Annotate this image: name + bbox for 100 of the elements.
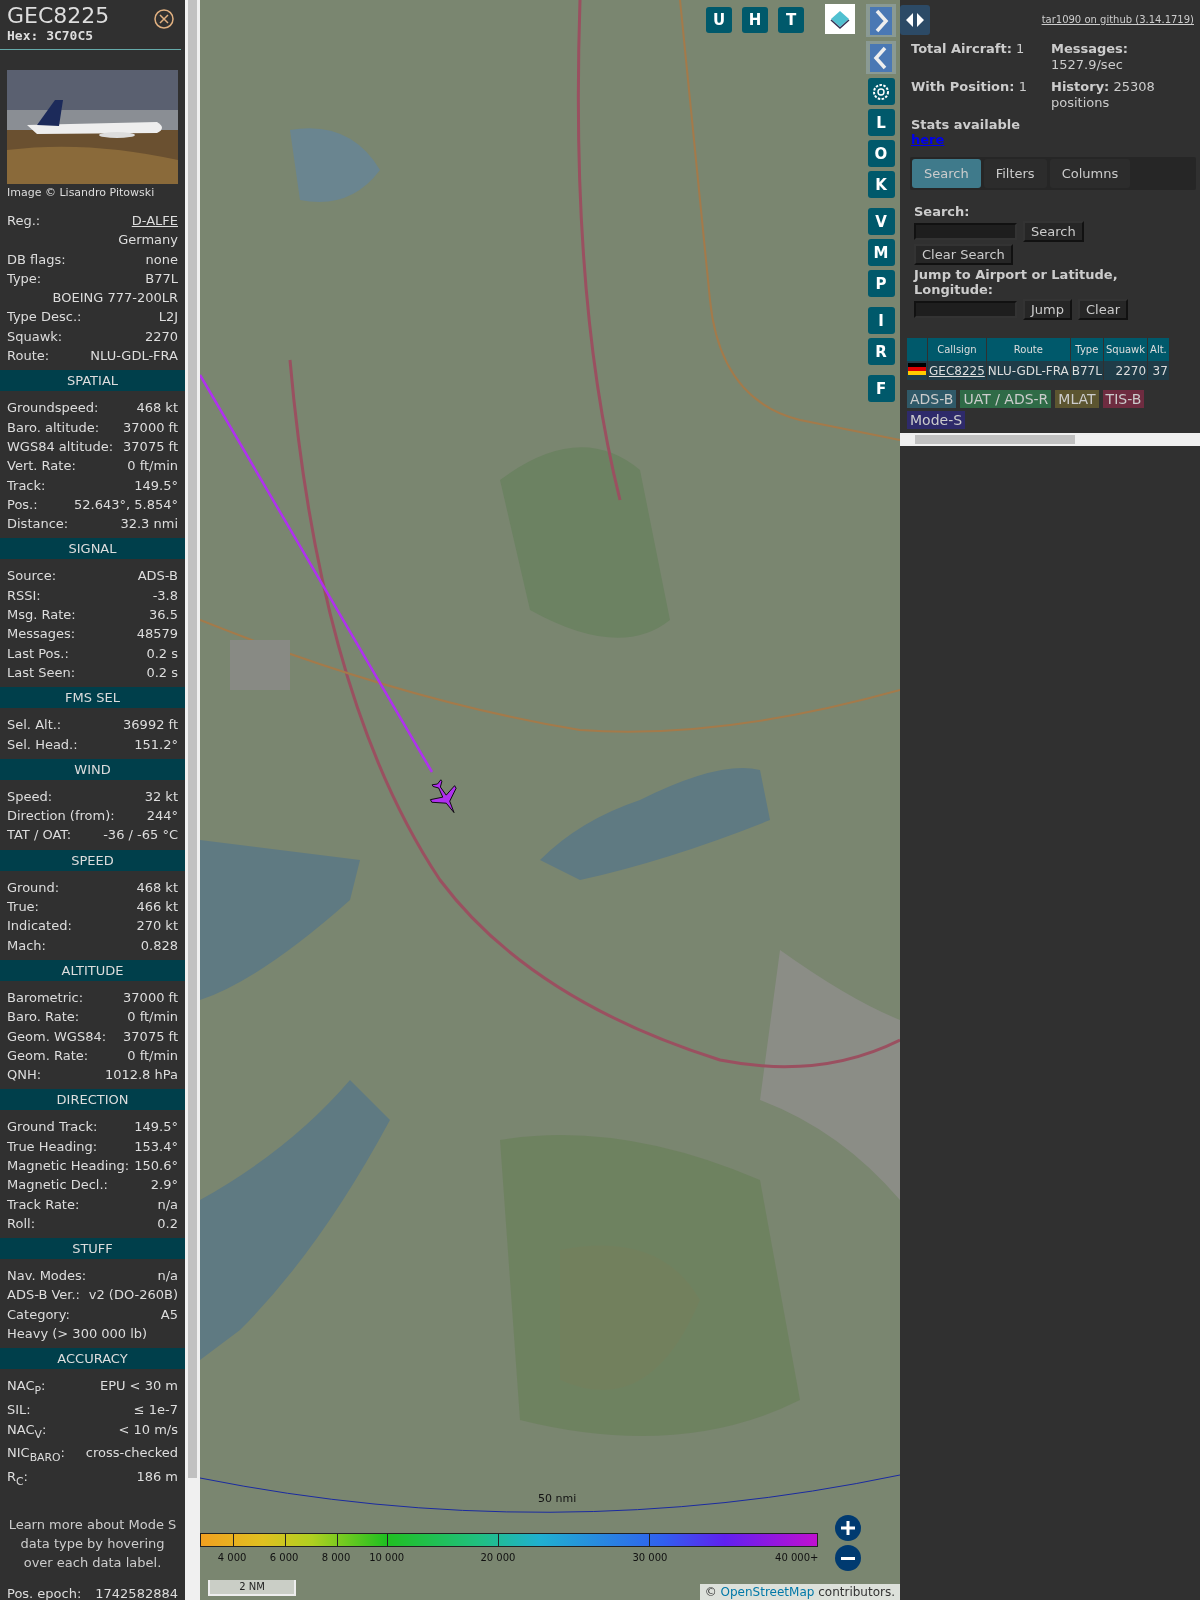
table-header[interactable]: Squawk xyxy=(1103,338,1148,361)
field-value: 37075 ft xyxy=(123,437,178,456)
tab[interactable]: Filters xyxy=(983,159,1047,188)
source-badge: ADS-B xyxy=(907,390,957,408)
clear-button[interactable]: Clear xyxy=(1078,299,1128,320)
scrollbar[interactable] xyxy=(185,0,200,1600)
field-label: ADS-B Ver.: xyxy=(7,1286,80,1305)
field-value: B77L xyxy=(145,269,178,288)
map-toggle-button[interactable]: V xyxy=(867,208,895,235)
field-label: Type: xyxy=(7,269,42,288)
field-label: NAC$_{V}$: xyxy=(7,1420,47,1443)
field-label: Source: xyxy=(7,567,57,586)
settings-icon xyxy=(871,81,891,102)
field-value: 466 kt xyxy=(136,898,178,916)
field-value: 32 kt xyxy=(144,787,178,806)
table-header[interactable]: Route xyxy=(986,338,1070,361)
table-cell: B77L xyxy=(1070,361,1103,380)
clear-search-button[interactable]: Clear Search xyxy=(914,244,1013,265)
field-label: Ground Track: xyxy=(7,1118,98,1137)
jump-label: Jump to Airport or Latitude, Longitude: xyxy=(914,267,1119,297)
search-field[interactable] xyxy=(914,223,1017,240)
field-value: 48579 xyxy=(136,625,178,644)
table-cell: 2270 xyxy=(1103,361,1148,380)
field-value: none xyxy=(145,250,178,269)
field-label: Type Desc.: xyxy=(7,308,82,327)
field-label: NIC$_{BARO}$: xyxy=(7,1444,65,1467)
field-label: Magnetic Decl.: xyxy=(7,1176,108,1195)
field-label: TAT / OAT: xyxy=(7,826,72,845)
jump-button[interactable]: Jump xyxy=(1023,299,1072,320)
field-label: Direction (from): xyxy=(7,807,115,826)
scale-bar: 2 NM xyxy=(208,1580,296,1596)
field-label: NAC$_{P}$: xyxy=(7,1377,46,1399)
map-toggle-button[interactable]: R xyxy=(867,338,895,365)
altitude-label: 8 000 xyxy=(321,1552,351,1563)
field-value: NLU-GDL-FRA xyxy=(90,347,178,366)
field-value: cross-checked xyxy=(85,1444,178,1463)
map-toggle-button[interactable]: U xyxy=(706,7,732,33)
scrollbar[interactable] xyxy=(900,433,1200,446)
table-header[interactable]: Callsign xyxy=(928,338,986,361)
field-value: EPU < 30 m xyxy=(99,1377,178,1396)
field-value: 149.5° xyxy=(134,476,178,495)
registration-link[interactable]: D-ALFE xyxy=(131,211,178,231)
chevron-left-icon xyxy=(870,43,892,72)
map-toggle-button[interactable]: M xyxy=(867,239,895,266)
chevron-right-icon xyxy=(870,6,892,35)
settings-button[interactable] xyxy=(867,78,895,105)
field-label: Vert. Rate: xyxy=(7,457,76,476)
field-value: BOEING 777-200LR xyxy=(52,289,178,308)
field-label: Geom. Rate: xyxy=(7,1046,89,1065)
map-toggle-button[interactable]: K xyxy=(867,171,895,198)
field-value: 1742582884 xyxy=(95,1585,178,1600)
field-value: 0.2 s xyxy=(146,663,178,682)
field-value: 153.4° xyxy=(134,1137,178,1156)
collapse-button[interactable] xyxy=(866,41,896,74)
source-badge: MLAT xyxy=(1055,390,1099,408)
layers-button[interactable] xyxy=(825,4,855,34)
search-button[interactable]: Search xyxy=(1023,221,1084,242)
section-header: FMS SEL xyxy=(0,687,185,709)
table-header[interactable]: Type xyxy=(1070,338,1103,361)
tab[interactable]: Columns xyxy=(1049,159,1131,188)
field-value: 468 kt xyxy=(136,878,178,897)
table-cell[interactable]: GEC8225 xyxy=(928,361,986,380)
field-value: 270 kt xyxy=(136,917,178,936)
field-value: 0 ft/min xyxy=(127,1046,178,1065)
aircraft-callsign: GEC8225 xyxy=(7,4,110,28)
field-label: Ground: xyxy=(7,878,60,897)
field-label: Baro. altitude: xyxy=(7,418,100,437)
field-label: WGS84 altitude: xyxy=(7,437,114,456)
aircraft-icon[interactable] xyxy=(430,779,457,813)
field-value: 151.2° xyxy=(134,735,178,754)
expand-button[interactable] xyxy=(866,4,896,37)
field-label: R$_{C}$: xyxy=(7,1468,28,1490)
map-toggle-button[interactable]: P xyxy=(867,270,895,297)
attribution-link[interactable]: OpenStreetMap xyxy=(720,1585,815,1599)
toggle-sidebar-button[interactable] xyxy=(900,5,930,35)
field-label: Pos. epoch: xyxy=(7,1585,82,1600)
map-toggle-button[interactable]: O xyxy=(867,140,895,167)
field-label: Distance: xyxy=(7,515,69,534)
altitude-label: 30 000 xyxy=(632,1552,668,1563)
field-value: n/a xyxy=(157,1267,178,1286)
version-link[interactable]: tar1090 on github (3.14.1719) xyxy=(1041,14,1194,25)
close-icon[interactable] xyxy=(154,9,174,29)
map-toggle-button[interactable]: I xyxy=(867,307,895,334)
field-label: SIL: xyxy=(7,1401,31,1420)
field-label: Category: xyxy=(7,1305,70,1324)
field-label: Nav. Modes: xyxy=(7,1267,87,1286)
field-label: Geom. WGS84: xyxy=(7,1027,107,1046)
map-toggle-button[interactable]: T xyxy=(778,7,804,33)
stats-label: Stats available xyxy=(911,117,1022,132)
altitude-label: 6 000 xyxy=(269,1552,299,1563)
section-header: SIGNAL xyxy=(0,538,185,560)
field-value: 37075 ft xyxy=(123,1027,178,1046)
field-label: Groundspeed: xyxy=(7,399,99,418)
map-toggle-button[interactable]: L xyxy=(867,109,895,136)
table-header[interactable]: Alt. xyxy=(1148,338,1169,361)
jump-field[interactable] xyxy=(914,301,1017,318)
field-label: Magnetic Heading: xyxy=(7,1157,130,1175)
map-toggle-button[interactable]: F xyxy=(867,375,895,402)
section-header: ACCURACY xyxy=(0,1348,185,1370)
map-toggle-button[interactable]: H xyxy=(742,7,768,33)
